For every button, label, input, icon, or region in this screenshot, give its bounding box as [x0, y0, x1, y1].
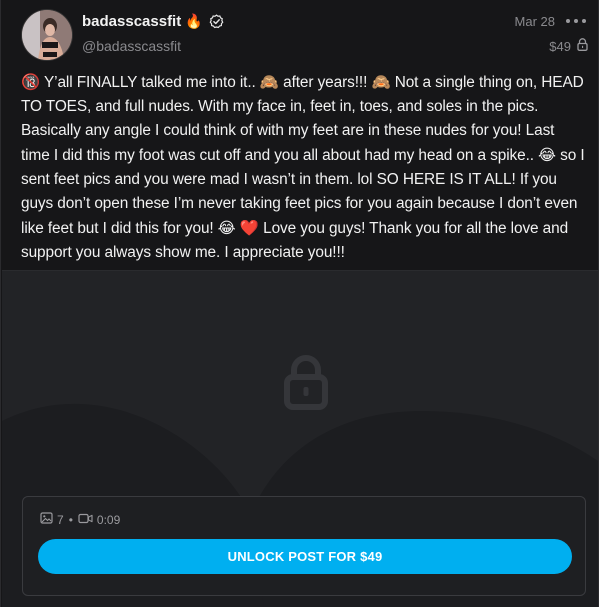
emoji: ❤️ — [239, 219, 259, 237]
video-duration: 0:09 — [96, 512, 121, 527]
post-header: badasscassfit 🔥 @badasscassfit Mar 28 $4… — [1, 0, 599, 70]
verified-icon — [209, 14, 224, 29]
lock-icon — [283, 353, 329, 416]
video-icon — [78, 513, 93, 527]
post-date: Mar 28 — [514, 14, 555, 29]
emoji: 🔞 — [21, 73, 41, 91]
name-row: badasscassfit 🔥 — [82, 13, 224, 30]
avatar-image — [22, 10, 72, 60]
unlock-post-button[interactable]: UNLOCK POST FOR $49 — [38, 539, 572, 574]
price-label: $49 — [549, 38, 571, 54]
separator: • — [68, 512, 73, 527]
avatar[interactable] — [22, 10, 72, 60]
post-text-segment: Y’all FINALLY talked me into it.. — [40, 74, 260, 91]
unlock-panel: 7 • 0:09 UNLOCK POST FOR $49 — [22, 496, 586, 596]
lock-icon — [577, 38, 588, 54]
post-card: badasscassfit 🔥 @badasscassfit Mar 28 $4… — [0, 0, 599, 607]
post-text: 🔞 Y’all FINALLY talked me into it.. 🙈 af… — [21, 70, 586, 265]
emoji: 😂 — [538, 146, 556, 164]
username[interactable]: @badasscassfit — [82, 38, 181, 54]
price-row: $49 — [549, 38, 588, 54]
more-icon[interactable] — [566, 14, 586, 28]
emoji: 😂 — [217, 219, 236, 237]
image-icon — [40, 512, 53, 527]
emoji: 🙈 — [259, 73, 279, 91]
post-text-segment: after years!!! — [278, 74, 372, 91]
emoji: 🙈 — [371, 73, 391, 91]
fire-icon: 🔥 — [185, 13, 203, 30]
display-name[interactable]: badasscassfit — [82, 13, 181, 30]
photo-count: 7 — [57, 512, 64, 527]
media-info: 7 • 0:09 — [40, 512, 120, 527]
